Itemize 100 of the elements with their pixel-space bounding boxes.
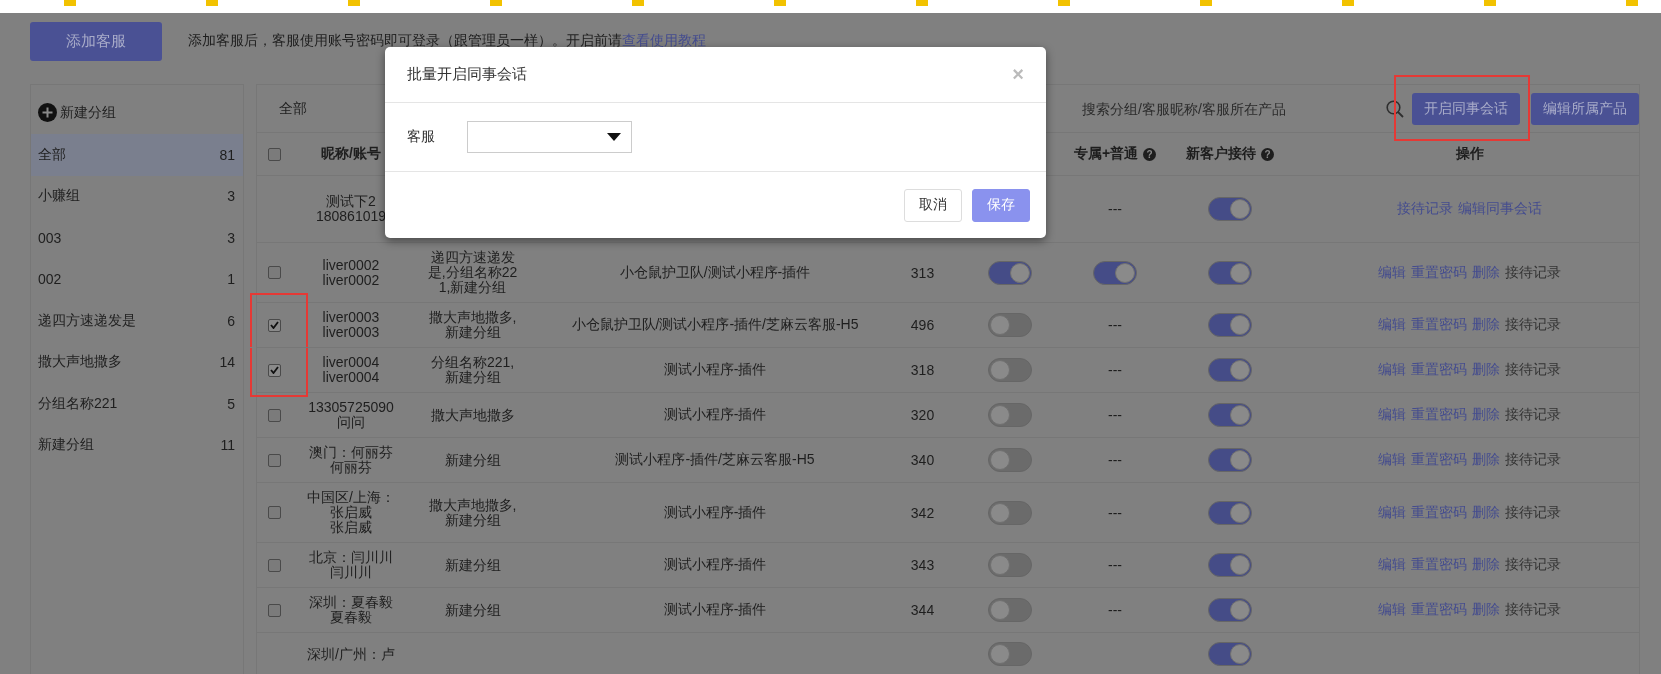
- check-icon: [270, 321, 279, 329]
- toggle-switch[interactable]: [1208, 197, 1252, 221]
- action-link[interactable]: 删除: [1472, 556, 1500, 574]
- save-button[interactable]: 保存: [972, 188, 1030, 222]
- sidebar-item[interactable]: 新建分组 11: [31, 424, 243, 466]
- action-link[interactable]: 编辑: [1378, 601, 1406, 619]
- tutorial-link[interactable]: 查看使用教程: [622, 32, 706, 48]
- toggle-switch[interactable]: [988, 500, 1032, 525]
- checkbox[interactable]: [268, 408, 281, 422]
- action-link[interactable]: 编辑: [1378, 503, 1406, 522]
- toggle-switch[interactable]: [1208, 642, 1252, 666]
- toggle-switch[interactable]: [988, 553, 1032, 577]
- column-header: 昵称/账号: [321, 145, 381, 163]
- action-link[interactable]: 接待记录: [1505, 556, 1561, 574]
- group-text: 新建分组: [444, 452, 501, 468]
- search-field[interactable]: 搜索分组/客服昵称/客服所在产品: [1078, 93, 1386, 124]
- action-link[interactable]: 重置密码: [1411, 601, 1467, 619]
- sidebar-item[interactable]: 003 3: [31, 217, 243, 259]
- action-link[interactable]: 接待记录: [1397, 200, 1453, 218]
- empty-value-text: ---: [1108, 362, 1122, 378]
- action-link[interactable]: 重置密码: [1411, 556, 1467, 574]
- account-text: liver0003: [322, 325, 380, 340]
- action-link[interactable]: 编辑: [1378, 556, 1406, 574]
- new-group-button[interactable]: 新建分组: [31, 91, 123, 134]
- group-name: 新建分组: [38, 436, 94, 455]
- group-count: 11: [220, 437, 235, 454]
- action-link[interactable]: 删除: [1472, 451, 1500, 469]
- sidebar-item[interactable]: 小赚组 3: [31, 175, 243, 217]
- action-link[interactable]: 编辑: [1378, 361, 1406, 379]
- add-agent-button[interactable]: 添加客服: [30, 21, 162, 61]
- group-name: 撒大声地撒多: [38, 353, 122, 372]
- action-link[interactable]: 编辑: [1378, 451, 1406, 469]
- empty-value-text: ---: [1108, 201, 1122, 217]
- action-link[interactable]: 删除: [1472, 316, 1500, 334]
- close-button[interactable]: ×: [1012, 63, 1024, 86]
- action-link[interactable]: 接待记录: [1505, 316, 1561, 334]
- action-link[interactable]: 接待记录: [1505, 406, 1561, 424]
- checkbox[interactable]: [268, 318, 281, 332]
- toggle-switch[interactable]: [1208, 313, 1252, 337]
- action-link[interactable]: 重置密码: [1411, 451, 1467, 469]
- action-link[interactable]: 删除: [1472, 263, 1500, 282]
- help-icon[interactable]: ?: [1261, 147, 1274, 161]
- action-link[interactable]: 重置密码: [1411, 361, 1467, 379]
- sidebar-item[interactable]: 002 1: [31, 258, 243, 300]
- action-link[interactable]: 重置密码: [1411, 263, 1467, 282]
- checkbox[interactable]: [268, 506, 281, 519]
- action-link[interactable]: 编辑: [1378, 263, 1406, 282]
- toolbar-button[interactable]: 编辑所属产品: [1531, 92, 1639, 125]
- action-link[interactable]: 重置密码: [1411, 406, 1467, 424]
- checkbox[interactable]: [268, 603, 281, 617]
- group-count: 81: [219, 146, 235, 163]
- action-link[interactable]: 接待记录: [1505, 601, 1561, 619]
- toggle-switch[interactable]: [988, 598, 1032, 622]
- action-link[interactable]: 删除: [1472, 361, 1500, 379]
- toggle-switch[interactable]: [1093, 260, 1137, 285]
- checkbox[interactable]: [268, 558, 281, 572]
- action-link[interactable]: 编辑: [1378, 406, 1406, 424]
- sidebar-item[interactable]: 递四方速递发是 6: [31, 300, 243, 342]
- sidebar-item[interactable]: 撒大声地撒多 14: [31, 341, 243, 383]
- empty-value-text: ---: [1108, 504, 1122, 521]
- action-link[interactable]: 接待记录: [1505, 263, 1561, 282]
- action-link[interactable]: 编辑: [1378, 316, 1406, 334]
- toggle-switch[interactable]: [988, 448, 1032, 472]
- help-icon[interactable]: ?: [1143, 147, 1157, 161]
- checkbox[interactable]: [268, 363, 281, 377]
- toggle-switch[interactable]: [1208, 358, 1252, 382]
- sidebar-item[interactable]: 全部 81: [31, 134, 243, 176]
- action-link[interactable]: 接待记录: [1505, 361, 1561, 379]
- toggle-switch[interactable]: [988, 260, 1032, 285]
- action-link[interactable]: 接待记录: [1505, 451, 1561, 469]
- agent-select[interactable]: [467, 121, 632, 153]
- checkbox[interactable]: [268, 147, 281, 161]
- toggle-switch[interactable]: [988, 358, 1032, 382]
- checkbox[interactable]: [268, 266, 281, 279]
- action-link[interactable]: 重置密码: [1411, 503, 1467, 522]
- toggle-switch[interactable]: [1208, 500, 1252, 525]
- product-text: 测试小程序-插件: [663, 556, 767, 574]
- toggle-switch[interactable]: [988, 403, 1032, 427]
- action-link[interactable]: 重置密码: [1411, 316, 1467, 334]
- account-text: 问问: [337, 415, 365, 430]
- toggle-switch[interactable]: [988, 642, 1032, 666]
- toggle-switch[interactable]: [988, 313, 1032, 337]
- field-label: 客服: [407, 128, 435, 146]
- action-link[interactable]: 删除: [1472, 601, 1500, 619]
- toggle-switch[interactable]: [1208, 260, 1252, 285]
- sidebar-item[interactable]: 分组名称221 5: [31, 383, 243, 425]
- toolbar-button[interactable]: 开启同事会话: [1412, 92, 1520, 125]
- cancel-button[interactable]: 取消: [904, 188, 962, 222]
- group-name: 小赚组: [38, 187, 80, 206]
- action-link[interactable]: 接待记录: [1505, 503, 1561, 522]
- empty-value-text: ---: [1108, 602, 1122, 618]
- toggle-switch[interactable]: [1208, 598, 1252, 622]
- action-link[interactable]: 删除: [1472, 503, 1500, 522]
- number-text: 318: [910, 362, 935, 378]
- dialog-title: 批量开启同事会话: [407, 65, 527, 84]
- toggle-switch[interactable]: [1208, 553, 1252, 577]
- toggle-switch[interactable]: [1208, 448, 1252, 472]
- action-link[interactable]: 删除: [1472, 406, 1500, 424]
- checkbox[interactable]: [268, 453, 281, 467]
- toggle-switch[interactable]: [1208, 403, 1252, 427]
